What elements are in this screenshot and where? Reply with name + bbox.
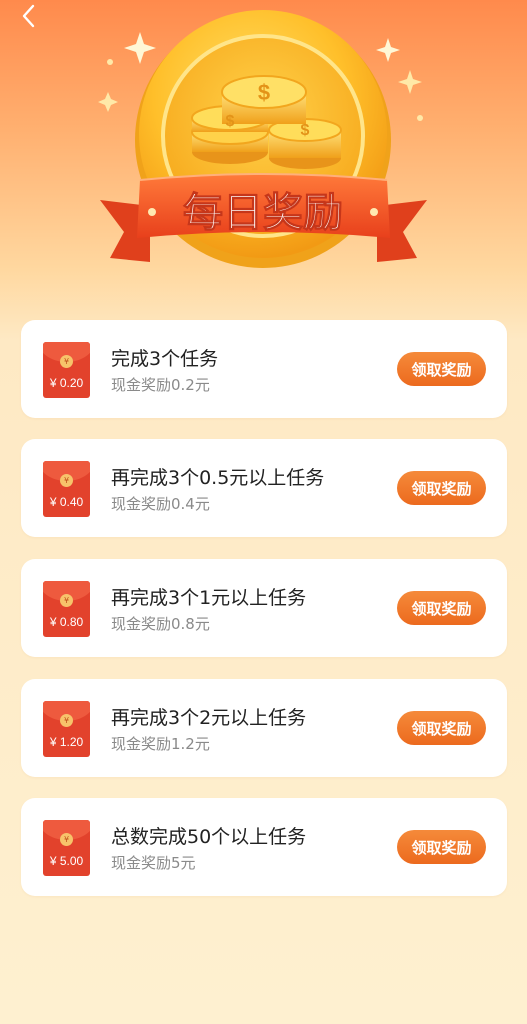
task-title: 再完成3个2元以上任务 <box>111 707 307 729</box>
red-envelope-icon: ¥ ¥ 1.20 <box>43 701 90 757</box>
task-reward: 现金奖励1.2元 <box>111 735 210 753</box>
envelope-amount: ¥ 0.20 <box>49 376 84 390</box>
yuan-coin-icon: ¥ <box>60 474 73 487</box>
task-reward: 现金奖励5元 <box>111 854 196 872</box>
task-title: 再完成3个1元以上任务 <box>111 587 307 609</box>
claim-reward-button[interactable]: 领取奖励 <box>397 352 486 386</box>
task-title: 总数完成50个以上任务 <box>111 826 307 848</box>
yuan-coin-icon: ¥ <box>60 714 73 727</box>
envelope-amount: ¥ 0.80 <box>49 615 84 629</box>
red-envelope-icon: ¥ ¥ 5.00 <box>43 820 90 876</box>
task-reward: 现金奖励0.8元 <box>111 615 210 633</box>
task-card: ¥ ¥ 5.00 总数完成50个以上任务现金奖励5元 领取奖励 <box>21 798 507 896</box>
daily-reward-banner: $ $ $ 每日奖励 <box>98 10 427 268</box>
yuan-coin-icon: ¥ <box>60 594 73 607</box>
red-envelope-icon: ¥ ¥ 0.80 <box>43 581 90 637</box>
svg-text:$: $ <box>258 80 270 105</box>
task-card: ¥ ¥ 1.20 再完成3个2元以上任务现金奖励1.2元 领取奖励 <box>21 679 507 777</box>
claim-reward-button[interactable]: 领取奖励 <box>397 830 486 864</box>
task-card: ¥ ¥ 0.80 再完成3个1元以上任务现金奖励0.8元 领取奖励 <box>21 559 507 657</box>
yuan-coin-icon: ¥ <box>60 833 73 846</box>
claim-reward-button[interactable]: 领取奖励 <box>397 471 486 505</box>
task-reward: 现金奖励0.4元 <box>111 495 210 513</box>
svg-text:$: $ <box>226 113 235 130</box>
task-card: ¥ ¥ 0.20 完成3个任务现金奖励0.2元 领取奖励 <box>21 320 507 418</box>
claim-reward-button[interactable]: 领取奖励 <box>397 591 486 625</box>
task-title: 完成3个任务 <box>111 348 219 370</box>
banner-title: 每日奖励 <box>183 190 343 236</box>
yuan-coin-icon: ¥ <box>60 355 73 368</box>
envelope-amount: ¥ 0.40 <box>49 495 84 509</box>
task-reward: 现金奖励0.2元 <box>111 376 210 394</box>
task-card: ¥ ¥ 0.40 再完成3个0.5元以上任务现金奖励0.4元 领取奖励 <box>21 439 507 537</box>
task-title: 再完成3个0.5元以上任务 <box>111 467 325 489</box>
red-envelope-icon: ¥ ¥ 0.40 <box>43 461 90 517</box>
envelope-amount: ¥ 1.20 <box>49 735 84 749</box>
envelope-amount: ¥ 5.00 <box>49 854 84 868</box>
red-envelope-icon: ¥ ¥ 0.20 <box>43 342 90 398</box>
svg-text:$: $ <box>301 122 310 139</box>
claim-reward-button[interactable]: 领取奖励 <box>397 711 486 745</box>
